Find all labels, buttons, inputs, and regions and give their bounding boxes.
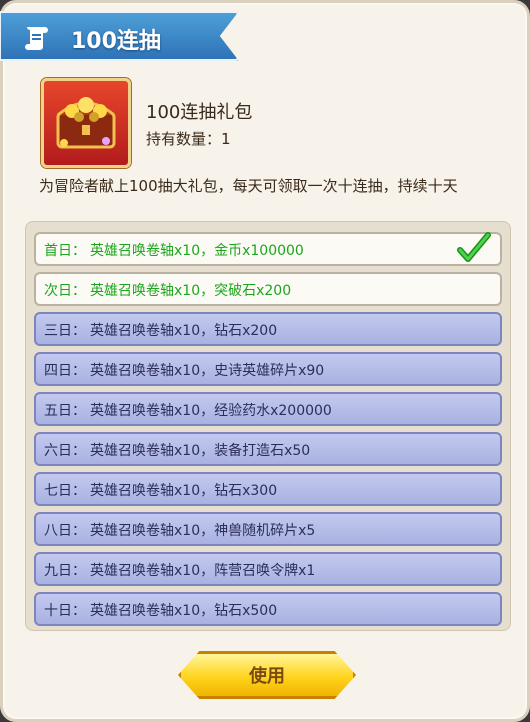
reward-day: 六日：: [44, 443, 86, 459]
reward-row-day5: 五日： 英雄召唤卷轴x10，经验药水x200000: [34, 392, 502, 426]
reward-day: 十日：: [44, 603, 86, 619]
reward-row-day3: 三日： 英雄召唤卷轴x10，钻石x200: [34, 312, 502, 346]
reward-day: 三日：: [44, 323, 86, 339]
reward-row-day4: 四日： 英雄召唤卷轴x10，史诗英雄碎片x90: [34, 352, 502, 386]
use-button-label: 使用: [249, 666, 285, 687]
reward-row-day2: 次日： 英雄召唤卷轴x10，突破石x200: [34, 272, 502, 306]
reward-row-day9: 九日： 英雄召唤卷轴x10，阵营召唤令牌x1: [34, 552, 502, 586]
use-button[interactable]: 使用: [178, 651, 356, 699]
reward-day: 七日：: [44, 483, 86, 499]
reward-text: 英雄召唤卷轴x10，钻石x200: [90, 323, 278, 339]
reward-row-day1: 首日： 英雄召唤卷轴x10，金币x100000: [34, 232, 502, 266]
reward-text: 英雄召唤卷轴x10，阵营召唤令牌x1: [90, 563, 316, 579]
item-count: 持有数量：1: [146, 130, 231, 148]
reward-list[interactable]: 首日： 英雄召唤卷轴x10，金币x100000 次日： 英雄召唤卷轴x10，突破…: [25, 221, 511, 631]
item-description: 为冒险者献上100抽大礼包，每天可领取一次十连抽，持续十天: [39, 177, 458, 195]
reward-day: 五日：: [44, 403, 86, 419]
reward-day: 九日：: [44, 563, 86, 579]
reward-row-day8: 八日： 英雄召唤卷轴x10，神兽随机碎片x5: [34, 512, 502, 546]
reward-text: 英雄召唤卷轴x10，钻石x300: [90, 483, 278, 499]
reward-text: 英雄召唤卷轴x10，史诗英雄碎片x90: [90, 363, 325, 379]
dialog-title: 100连抽: [71, 29, 161, 54]
reward-day: 次日：: [44, 283, 86, 299]
reward-text: 英雄召唤卷轴x10，钻石x500: [90, 603, 278, 619]
scroll-icon: [25, 27, 48, 50]
reward-text: 英雄召唤卷轴x10，金币x100000: [90, 243, 304, 259]
reward-text: 英雄召唤卷轴x10，突破石x200: [90, 283, 292, 299]
treasure-chest-icon: [41, 78, 131, 168]
reward-text: 英雄召唤卷轴x10，装备打造石x50: [90, 443, 311, 459]
reward-row-day10: 十日： 英雄召唤卷轴x10，钻石x500: [34, 592, 502, 626]
reward-text: 英雄召唤卷轴x10，经验药水x200000: [90, 403, 332, 419]
item-name: 100连抽礼包: [146, 102, 253, 123]
title-ribbon: 100连抽: [0, 11, 239, 61]
reward-text: 英雄召唤卷轴x10，神兽随机碎片x5: [90, 523, 316, 539]
reward-dialog: 100连抽 100连抽礼包 持有数量：1 为冒险者献上100抽大礼包，每天可领取…: [0, 0, 530, 722]
reward-row-day6: 六日： 英雄召唤卷轴x10，装备打造石x50: [34, 432, 502, 466]
reward-day: 八日：: [44, 523, 86, 539]
reward-row-day7: 七日： 英雄召唤卷轴x10，钻石x300: [34, 472, 502, 506]
checkmark-icon: [457, 232, 491, 262]
reward-day: 首日：: [44, 243, 86, 259]
reward-day: 四日：: [44, 363, 86, 379]
